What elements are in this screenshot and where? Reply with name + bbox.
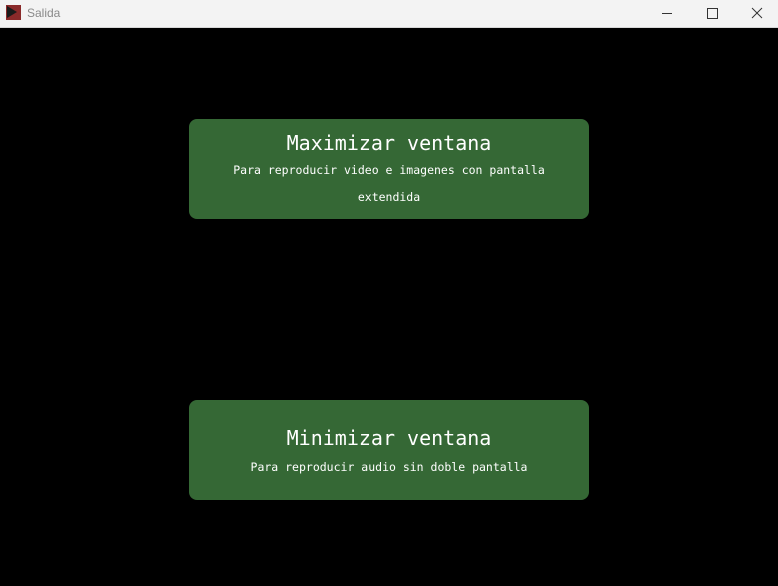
- maximize-card-description: Para reproducir video e imagenes con pan…: [233, 163, 545, 204]
- minimize-icon: [662, 13, 672, 14]
- close-window-button[interactable]: [734, 0, 778, 28]
- window-title: Salida: [27, 6, 61, 20]
- close-icon: [751, 7, 763, 19]
- minimize-card-description: Para reproducir audio sin doble pantalla: [250, 460, 528, 474]
- title-bar[interactable]: Salida: [0, 0, 778, 28]
- maximize-icon: [707, 8, 718, 19]
- app-window: Salida Maximizar ventana Para reproducir…: [0, 0, 778, 586]
- app-logo-icon: [6, 5, 21, 20]
- maximize-card-title: Maximizar ventana: [286, 131, 492, 155]
- minimize-card-title: Minimizar ventana: [286, 426, 492, 450]
- minimize-window-card-button[interactable]: Minimizar ventana Para reproducir audio …: [189, 400, 589, 500]
- main-content: Maximizar ventana Para reproducir video …: [0, 28, 778, 586]
- maximize-window-button[interactable]: [689, 0, 735, 28]
- maximize-window-card-button[interactable]: Maximizar ventana Para reproducir video …: [189, 119, 589, 219]
- minimize-window-button[interactable]: [644, 0, 690, 28]
